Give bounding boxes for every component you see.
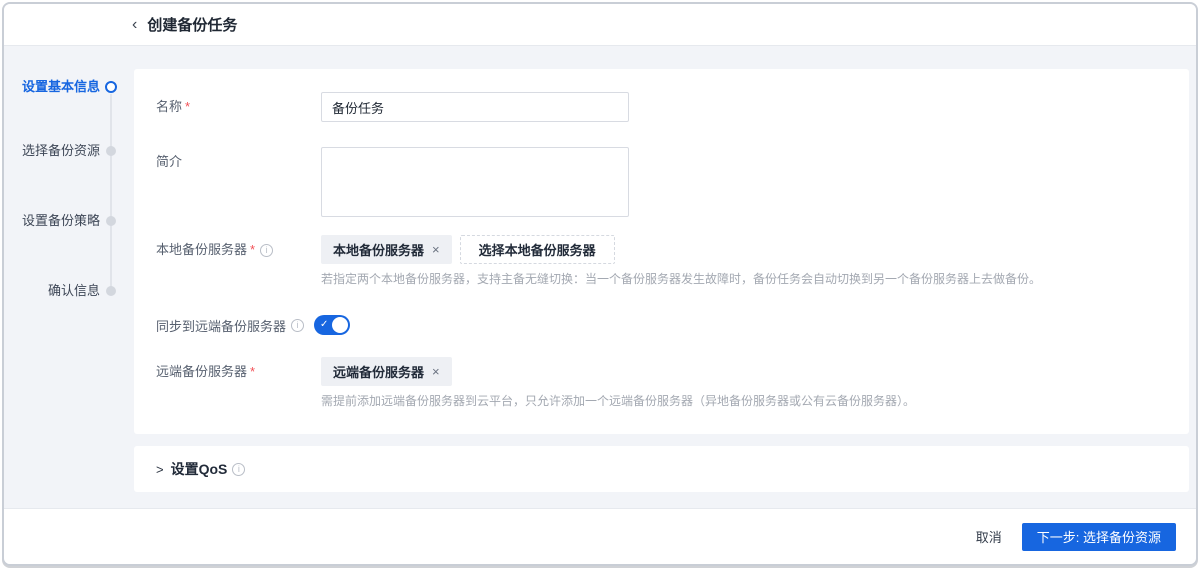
step-basic-info[interactable]: 设置基本信息 [14, 78, 100, 96]
expand-chevron-icon[interactable]: > [156, 462, 164, 477]
local-server-tag-label: 本地备份服务器 [333, 243, 425, 258]
page-title: 创建备份任务 [147, 17, 238, 34]
description-textarea[interactable] [321, 147, 629, 217]
step-confirm-info-dot [106, 286, 116, 296]
toggle-knob [332, 317, 349, 333]
step-backup-policy-dot [106, 216, 116, 226]
local-server-tag: 本地备份服务器 × [321, 235, 452, 264]
local-server-help-text: 若指定两个本地备份服务器，支持主备无缝切换：当一个备份服务器发生故障时，备份任务… [321, 272, 1042, 286]
sync-remote-label: 同步到远端备份服务器 [156, 318, 287, 334]
remove-tag-icon[interactable]: × [432, 364, 440, 379]
page-header: ‹ 创建备份任务 [4, 4, 1196, 46]
basic-info-form-card: 名称* 简介 本地备份服务器*i 本地备份服务器 × 选择本地 [134, 69, 1189, 434]
remote-server-row: 远端备份服务器 * 远端备份服务器 × 需提前添加远端备份服务器到云平台，只允许添… [156, 357, 1189, 410]
local-server-controls: 本地备份服务器 × 选择本地备份服务器 若指定两个本地备份服务器，支持主备无缝切… [321, 235, 1041, 288]
local-server-row: 本地备份服务器 * i 本地备份服务器 × 选择本地备份服务器 若指定两个本地备份服… [156, 235, 1189, 288]
name-label-text: 名称 [156, 99, 183, 114]
description-label: 简介 [156, 147, 321, 177]
remote-server-label: 远端备份服务器 * [156, 357, 321, 386]
name-label: 名称 * [156, 92, 321, 122]
remote-server-tag-label: 远端备份服务器 [333, 365, 425, 380]
required-asterisk: * [250, 242, 256, 257]
step-backup-policy[interactable]: 设置备份策略 [14, 212, 100, 230]
back-icon[interactable]: ‹ [132, 16, 137, 33]
toggle-check-icon: ✓ [320, 319, 329, 330]
remote-server-label-text: 远端备份服务器 [156, 364, 248, 379]
name-row: 名称 * [156, 92, 1189, 122]
next-step-button[interactable]: 下一步: 选择备份资源 [1021, 522, 1176, 551]
step-select-resources-dot [106, 146, 116, 156]
sync-remote-toggle[interactable]: ✓ [314, 315, 351, 335]
required-asterisk: * [185, 99, 191, 114]
local-server-label-text: 本地备份服务器 [156, 242, 248, 257]
remote-server-help-text: 需提前添加远端备份服务器到云平台，只允许添加一个远端备份服务器（异地备份服务器或… [321, 394, 916, 408]
step-confirm-info[interactable]: 确认信息 [14, 282, 100, 300]
select-local-server-button[interactable]: 选择本地备份服务器 [459, 235, 615, 264]
remote-server-controls: 远端备份服务器 × 需提前添加远端备份服务器到云平台，只允许添加一个远端备份服务… [321, 357, 915, 410]
remote-server-tag: 远端备份服务器 × [321, 357, 452, 386]
step-basic-info-dot [105, 81, 117, 93]
qos-section-card[interactable]: > 设置QoS i [134, 446, 1189, 492]
name-input[interactable] [321, 92, 629, 122]
local-server-label: 本地备份服务器 * i [156, 235, 321, 264]
remove-tag-icon[interactable]: × [432, 242, 440, 257]
create-backup-task-page: ‹ 创建备份任务 设置基本信息 选择备份资源 设置备份策略 确认信息 名称* 简… [2, 2, 1198, 566]
required-asterisk: * [250, 364, 256, 379]
info-icon[interactable]: i [291, 318, 305, 332]
description-row: 简介 [156, 147, 1189, 217]
cancel-button[interactable]: 取消 [976, 527, 1002, 546]
qos-section-title: 设置QoS [170, 461, 228, 477]
info-icon[interactable]: i [260, 244, 274, 258]
step-select-resources[interactable]: 选择备份资源 [14, 142, 100, 160]
step-connector-line [110, 94, 112, 292]
description-label-text: 简介 [156, 154, 183, 169]
info-icon[interactable]: i [232, 462, 246, 476]
sync-remote-row: 同步到远端备份服务器 i ✓ [156, 315, 1189, 335]
footer-action-bar: 取消 下一步: 选择备份资源 [4, 508, 1196, 564]
